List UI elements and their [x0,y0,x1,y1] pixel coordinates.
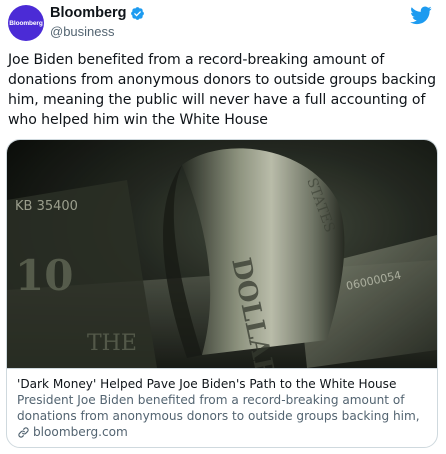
avatar-logo-text: Bloomberg [9,19,43,27]
tweet-text: Joe Biden benefited from a record-breaki… [8,52,436,128]
user-block: Bloomberg @business [50,5,145,40]
display-name[interactable]: Bloomberg [50,5,127,22]
twitter-bird-icon[interactable] [410,6,432,25]
avatar[interactable]: Bloomberg [8,5,44,41]
link-card-title[interactable]: 'Dark Money' Helped Pave Joe Biden's Pat… [17,376,427,392]
user-handle[interactable]: @business [50,23,145,40]
verified-badge-icon [130,7,144,20]
link-card-domain[interactable]: bloomberg.com [17,424,427,440]
link-card-description: President Joe Biden benefited from a rec… [17,393,420,423]
tweet[interactable]: Bloomberg Bloomberg @business Joe Biden … [0,0,446,454]
dollar-bill-photo[interactable]: KB 35400 10 THE DOLLARS STATES 06000054 [7,140,437,368]
name-row: Bloomberg [50,5,145,22]
link-card-domain-text[interactable]: bloomberg.com [33,424,128,440]
link-card[interactable]: KB 35400 10 THE DOLLARS STATES 06000054 … [6,139,438,448]
link-icon [18,426,29,438]
link-card-body[interactable]: 'Dark Money' Helped Pave Joe Biden's Pat… [7,368,437,447]
